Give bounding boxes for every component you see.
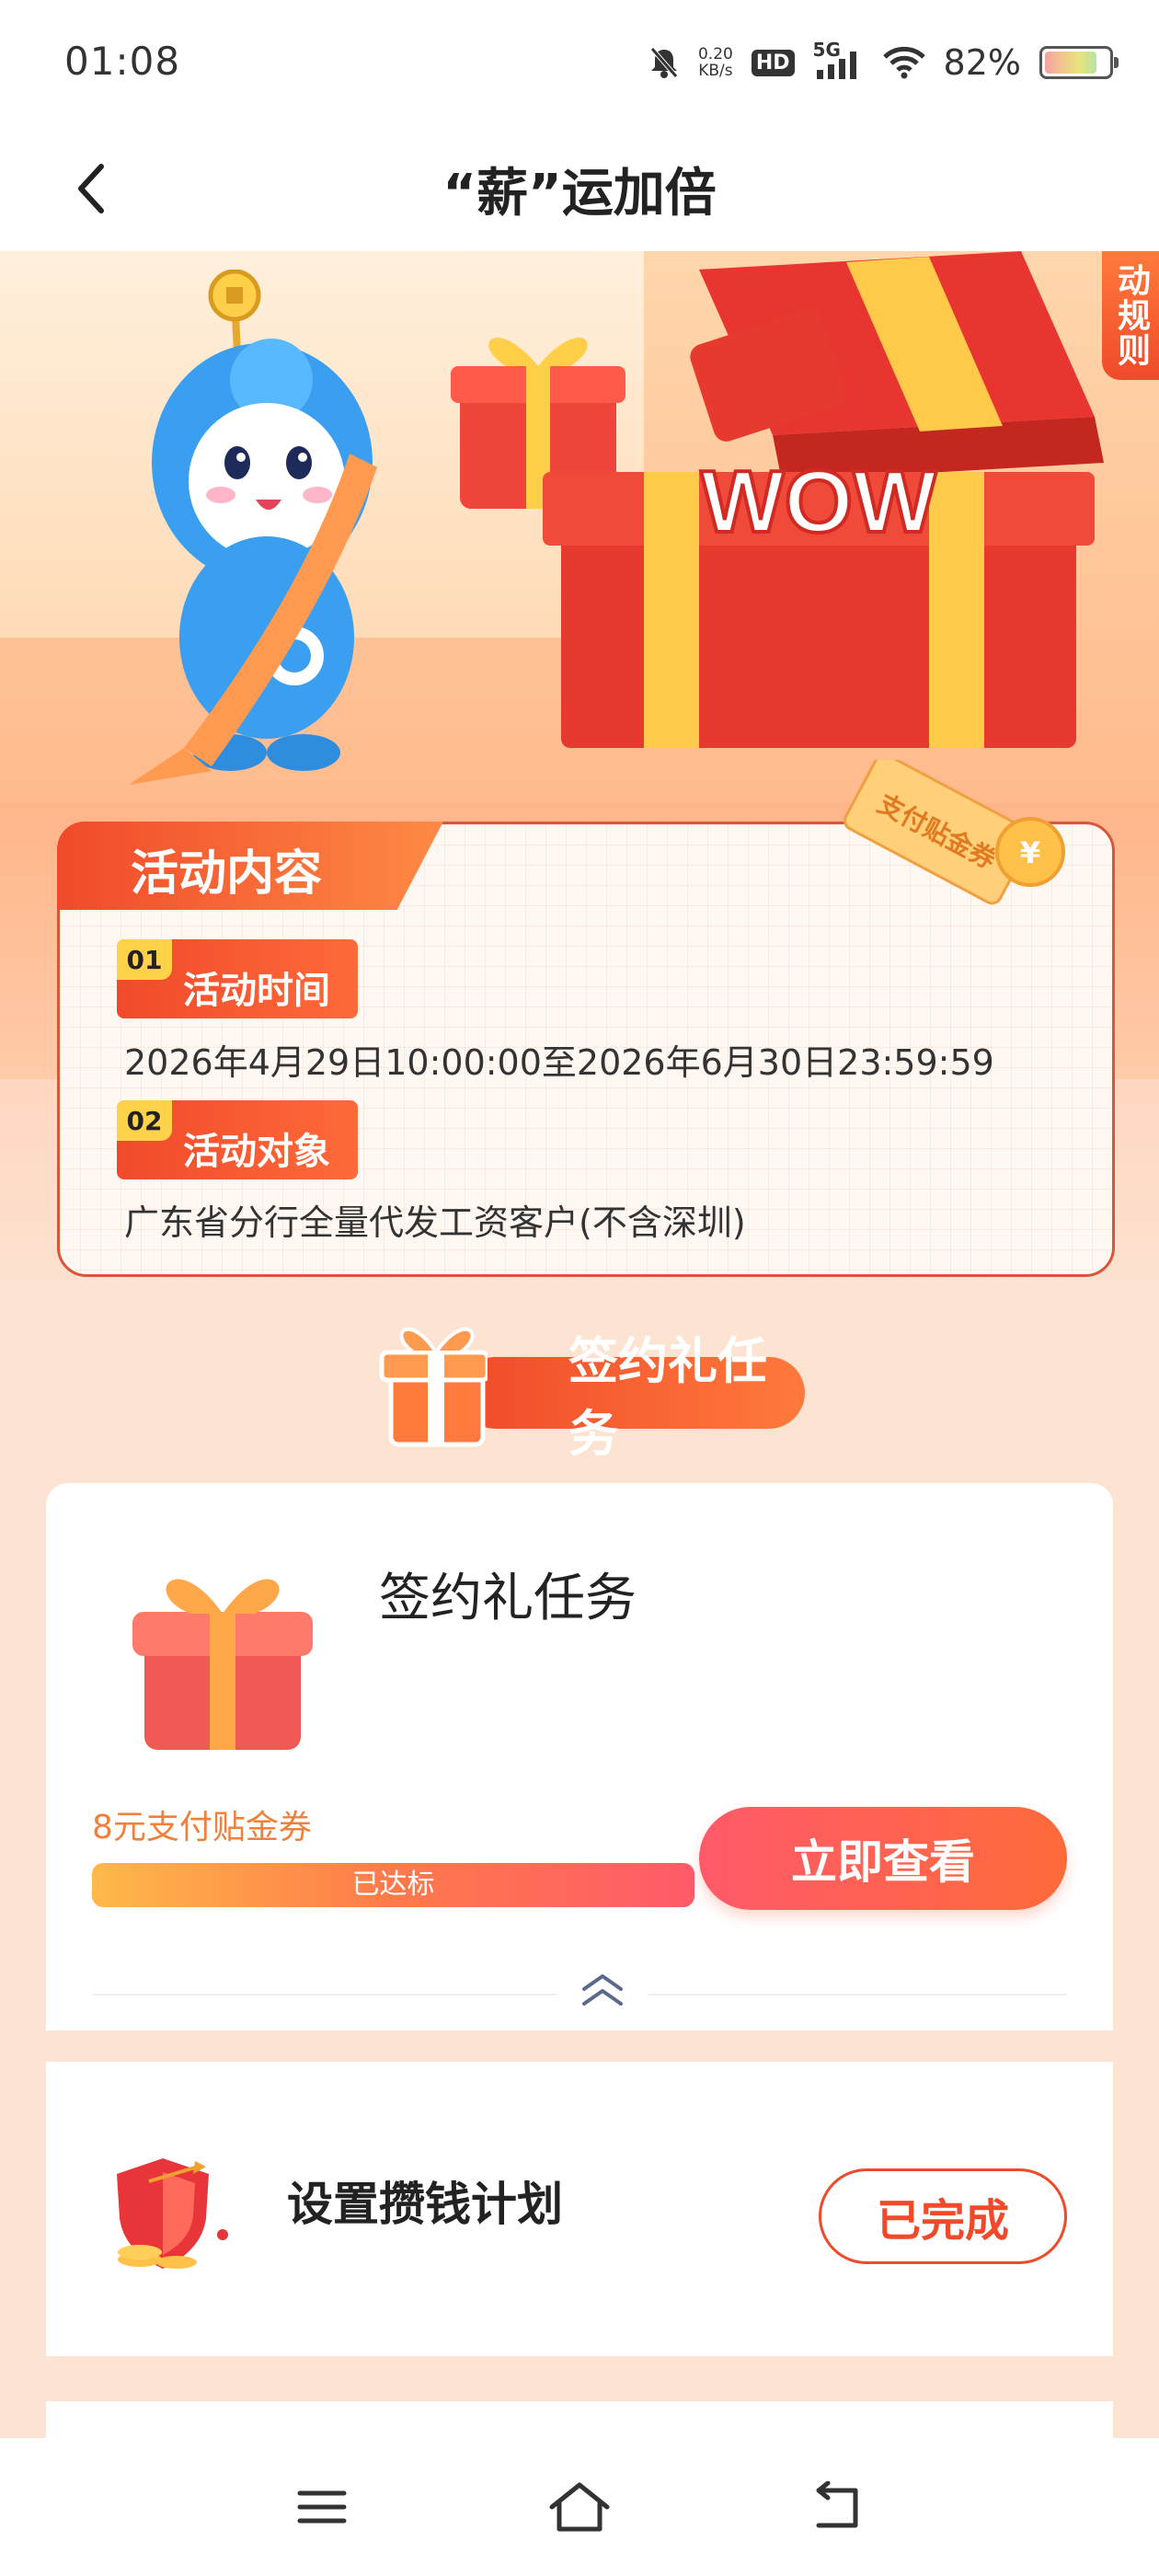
progress-label: 已达标 — [351, 1869, 435, 1901]
gift-box-illustration: WOW — [543, 251, 1104, 748]
status-time: 01:08 — [64, 39, 181, 84]
task-title: 签约礼任务 — [379, 1569, 637, 1628]
battery-percent: 82% — [943, 42, 1021, 83]
shield-money-icon — [117, 2158, 228, 2269]
double-chevron-up-icon — [582, 1974, 623, 2006]
divider — [92, 1994, 557, 1995]
activity-time-value: 2026年4月29日10:00:00至2026年6月30日23:59:59 — [124, 1042, 994, 1083]
gift-icon — [379, 1327, 488, 1447]
mascot-illustration — [129, 270, 377, 785]
divider — [648, 1994, 1067, 1995]
wow-text: WOW — [701, 453, 936, 551]
plan-title: 设置攒钱计划 — [287, 2178, 563, 2231]
progress-bar: 已达标 — [92, 1863, 694, 1907]
view-now-button[interactable]: 立即查看 — [699, 1807, 1067, 1910]
activity-time-number: 01 — [117, 939, 172, 980]
reward-text: 8元支付贴金券 — [92, 1809, 312, 1846]
saving-plan-card: 设置攒钱计划 已完成 — [46, 2062, 1113, 2356]
nav-bar: “薪”运加倍 — [0, 124, 1159, 251]
network-speed-value: 0.20 — [697, 45, 733, 63]
rules-tab[interactable]: 动规则 — [1102, 251, 1159, 380]
page-title: “薪”运加倍 — [442, 164, 717, 224]
status-bar: 01:08 0.20 KB/s HD 5G 82% — [0, 0, 1159, 124]
status-icons: 0.20 KB/s HD 5G 82% — [648, 35, 1119, 90]
mute-bell-icon — [650, 47, 678, 78]
activity-target-number: 02 — [117, 1100, 172, 1141]
coupon-illustration: 支付贴金券 ¥ — [843, 760, 1065, 905]
activity-target-value: 广东省分行全量代发工资客户(不含深圳) — [124, 1202, 746, 1243]
task-section-banner: 签约礼任务 — [377, 1311, 809, 1463]
wifi-icon — [882, 46, 925, 79]
battery-icon — [1039, 46, 1119, 79]
task-banner-label: 签约礼任务 — [460, 1332, 805, 1463]
system-nav-bar — [0, 2438, 1159, 2576]
network-speed: 0.20 KB/s — [698, 46, 733, 79]
network-speed-unit: KB/s — [698, 62, 733, 80]
activity-target-tag: 02 活动对象 — [117, 1100, 358, 1179]
collapse-button[interactable] — [575, 1969, 630, 2015]
completed-button[interactable]: 已完成 — [819, 2168, 1067, 2264]
home-button[interactable] — [543, 2475, 616, 2539]
activity-info-card: 活动内容 支付贴金券 ¥ 01 活动时间 2026年4月29日10:00:00至… — [57, 760, 1115, 1277]
svg-text:¥: ¥ — [1020, 835, 1040, 870]
activity-heading: 活动内容 — [57, 822, 443, 910]
signing-gift-task-card: 签约礼任务 8元支付贴金券 已达标 立即查看 — [46, 1483, 1113, 2030]
return-button[interactable] — [800, 2475, 874, 2539]
hd-badge: HD — [751, 49, 795, 76]
gift-box-icon — [132, 1579, 313, 1750]
menu-icon — [297, 2490, 347, 2524]
return-icon — [816, 2481, 858, 2528]
hero-banner: WOW 动规则 活动内容 支付贴金券 ¥ 01 活动时间 2026年4月29日1… — [0, 251, 1159, 1309]
activity-time-tag: 01 活动时间 — [117, 939, 358, 1018]
menu-button[interactable] — [285, 2475, 359, 2539]
signal-icon: 5G — [813, 39, 865, 81]
home-icon — [549, 2482, 610, 2532]
